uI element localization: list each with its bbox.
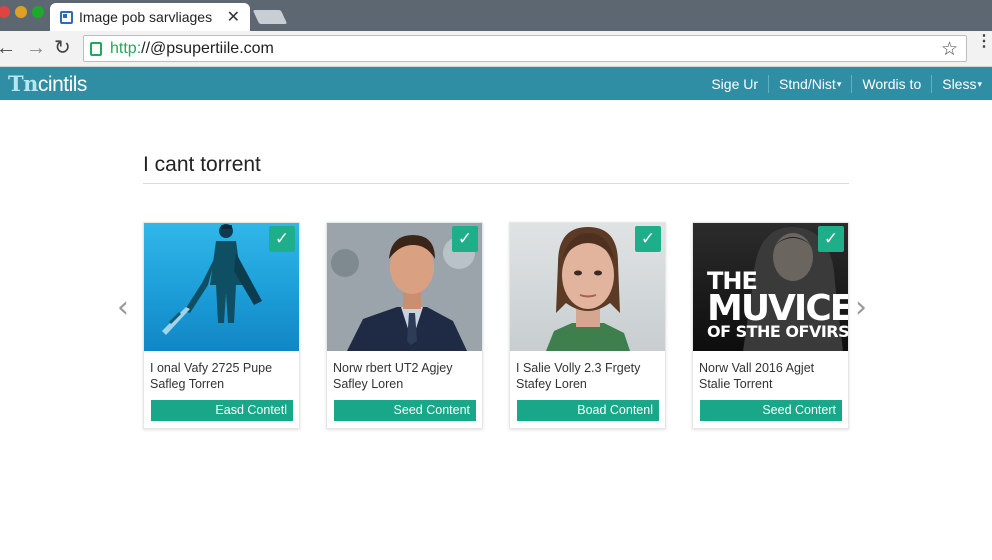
content-card[interactable]: THE MUVICE OF STHE OFVIRS ✓ Norw Vall 20…: [692, 222, 849, 429]
card-action-button[interactable]: Seed Contert: [700, 400, 842, 421]
content-card[interactable]: ✓ I onal Vafy 2725 Pupe Safleg Torren Ea…: [143, 222, 300, 429]
card-subtitle: Stafey Loren: [516, 377, 587, 391]
browser-toolbar: ← → ↻ http://@psupertiile.com ☆ ⋮: [0, 31, 992, 67]
card-subtitle: Safleg Torren: [150, 377, 225, 391]
nav-item-wordis-to[interactable]: Wordis to: [851, 74, 931, 93]
nav-item-sign-up[interactable]: Sige Ur: [701, 75, 768, 93]
card-title: Norw Vall 2016 Agjet: [699, 361, 815, 375]
selected-check-icon[interactable]: ✓: [269, 226, 295, 252]
main-nav: Sige Ur Stnd/Nist▾ Wordis to Sless▾: [701, 67, 992, 100]
card-subtitle: Stalie Torrent: [699, 377, 773, 391]
tab-title: Image pob sarvliages: [79, 9, 213, 25]
reload-icon[interactable]: ↻: [54, 37, 71, 59]
content-card[interactable]: ✓ Norw rbert UT2 Agjey Safley Loren Seed…: [326, 222, 483, 429]
selected-check-icon[interactable]: ✓: [452, 226, 478, 252]
address-bar[interactable]: http://@psupertiile.com ☆: [83, 35, 967, 62]
maximize-window-button[interactable]: [32, 6, 44, 18]
card-thumbnail[interactable]: ✓: [510, 223, 665, 351]
card-caption: Norw Vall 2016 Agjet Stalie Torrent: [699, 360, 845, 392]
back-arrow-icon[interactable]: ←: [0, 37, 16, 59]
nav-item-stnd-nist[interactable]: Stnd/Nist▾: [768, 74, 851, 93]
card-caption: I Salie Volly 2.3 Frgety Stafey Loren: [516, 360, 662, 392]
minimize-window-button[interactable]: [15, 6, 27, 18]
card-action-button[interactable]: Seed Content: [334, 400, 476, 421]
card-caption: I onal Vafy 2725 Pupe Safleg Torren: [150, 360, 296, 392]
section-title: I cant torrent: [143, 153, 261, 176]
nav-label: Stnd/Nist: [779, 75, 836, 92]
browser-menu-icon[interactable]: ⋮: [976, 34, 992, 50]
site-header: Tncintils Sige Ur Stnd/Nist▾ Wordis to S…: [0, 67, 992, 100]
nav-label: Sless: [942, 75, 977, 92]
page-info-icon[interactable]: [90, 41, 102, 56]
card-thumbnail[interactable]: ✓: [144, 223, 299, 351]
card-caption: Norw rbert UT2 Agjey Safley Loren: [333, 360, 479, 392]
selected-check-icon[interactable]: ✓: [635, 226, 661, 252]
close-window-button[interactable]: [0, 6, 10, 18]
url-text[interactable]: http://@psupertiile.com: [110, 40, 274, 58]
card-subtitle: Safley Loren: [333, 377, 404, 391]
card-action-button[interactable]: Boad Contenl: [517, 400, 659, 421]
browser-tab-active[interactable]: Image pob sarvliages ✕: [50, 3, 250, 31]
section-divider: [143, 183, 849, 184]
forward-arrow-icon[interactable]: →: [26, 37, 46, 59]
logo-text: cintils: [37, 73, 88, 96]
card-action-button[interactable]: Easd Contetl: [151, 400, 293, 421]
site-logo[interactable]: Tncintils: [8, 71, 87, 97]
content-card[interactable]: ✓ I Salie Volly 2.3 Frgety Stafey Loren …: [509, 222, 666, 429]
card-thumbnail[interactable]: ✓: [327, 223, 482, 351]
bookmark-star-icon[interactable]: ☆: [941, 38, 958, 61]
nav-item-sless[interactable]: Sless▾: [931, 74, 992, 93]
carousel-next-arrow-icon[interactable]: ›: [855, 290, 867, 325]
movie-poster-title: THE MUVICE OF STHE OFVIRS: [707, 269, 848, 341]
card-title: I Salie Volly 2.3 Frgety: [516, 361, 641, 375]
poster-line-3: OF STHE OFVIRS: [707, 321, 848, 341]
carousel-prev-arrow-icon[interactable]: ‹: [117, 290, 129, 325]
card-title: Norw rbert UT2 Agjey: [333, 361, 453, 375]
new-tab-button[interactable]: [252, 10, 288, 24]
url-scheme: http:: [110, 39, 142, 57]
card-thumbnail[interactable]: THE MUVICE OF STHE OFVIRS ✓: [693, 223, 848, 351]
page-favicon-icon: [60, 10, 73, 24]
url-host: //@psupertiile.com: [141, 39, 274, 57]
selected-check-icon[interactable]: ✓: [818, 226, 844, 252]
nav-label: Wordis to: [862, 75, 922, 92]
browser-tabstrip: Image pob sarvliages ✕: [0, 0, 992, 31]
tab-close-icon[interactable]: ✕: [227, 7, 240, 27]
nav-label: Sige Ur: [711, 75, 759, 92]
card-title: I onal Vafy 2725 Pupe: [150, 361, 273, 375]
chevron-down-icon: ▾: [977, 78, 982, 89]
logo-mark: Tn: [8, 71, 38, 96]
chevron-down-icon: ▾: [836, 78, 842, 89]
poster-line-2: MUVICE: [707, 287, 848, 329]
